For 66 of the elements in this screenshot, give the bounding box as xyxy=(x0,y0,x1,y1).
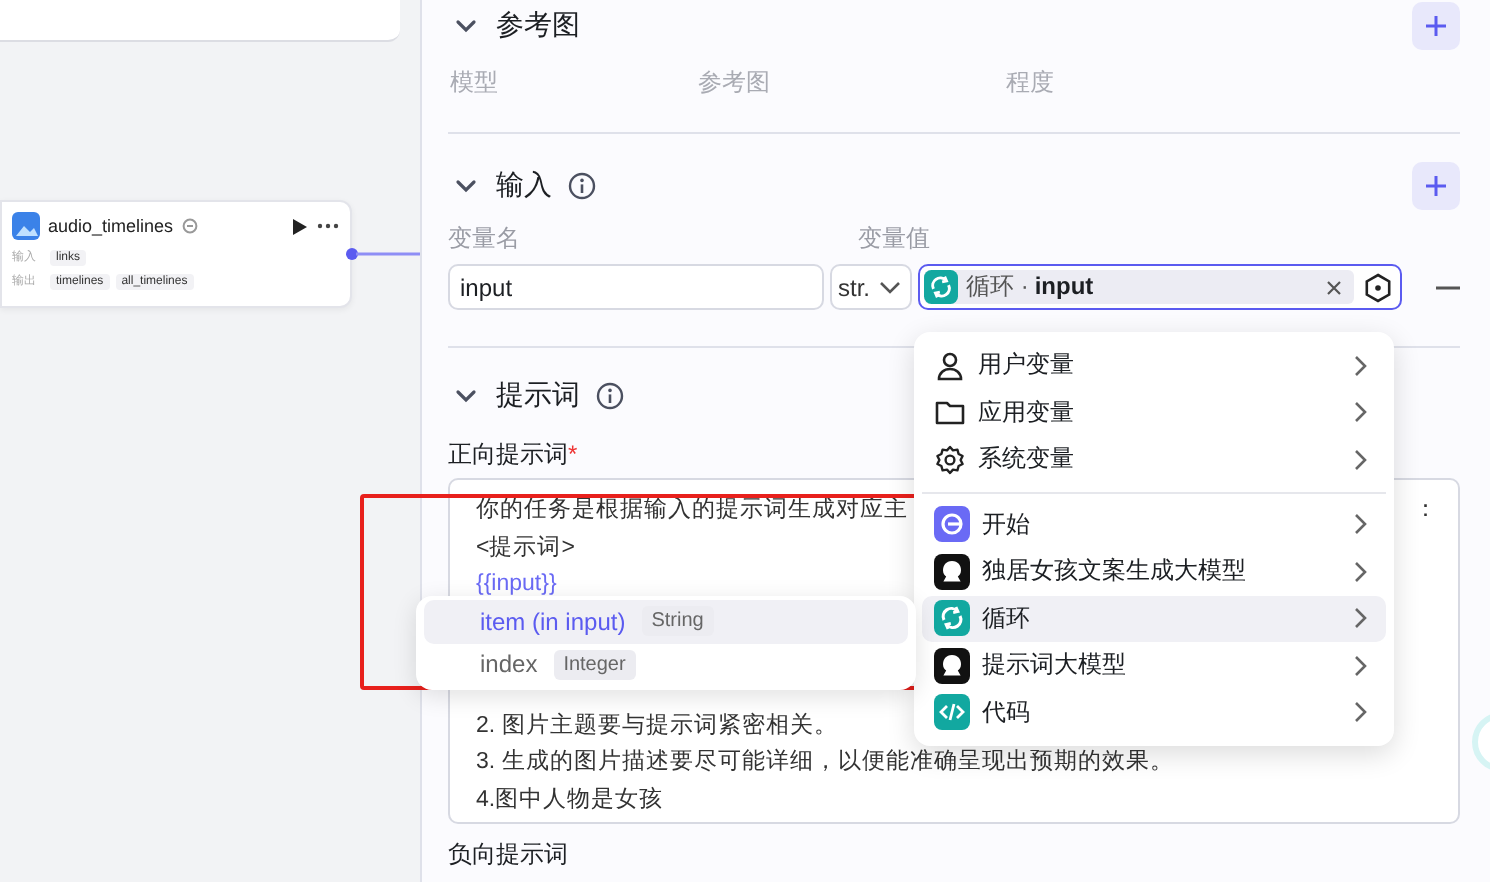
image-icon xyxy=(12,212,40,240)
field-label: 负向提示词 xyxy=(448,838,568,872)
chevron-right-icon xyxy=(1350,353,1370,378)
column-header: 参考图 xyxy=(698,66,770,100)
prompt-text: ： xyxy=(1414,496,1438,526)
section-title: 提示词 xyxy=(496,378,580,414)
node-title: audio_timelines xyxy=(48,216,174,236)
variable-token: {{input}} xyxy=(476,570,557,600)
info-icon xyxy=(596,382,624,410)
menu-item[interactable]: 开始 xyxy=(922,501,1386,548)
info-icon xyxy=(568,172,596,200)
variable-value-field[interactable]: 循环 · input xyxy=(918,264,1402,310)
chevron-right-icon xyxy=(1350,606,1370,631)
model-icon xyxy=(934,647,970,684)
person-icon xyxy=(934,349,966,382)
reference-label: 循环 · input xyxy=(966,270,1096,304)
section-title: 参考图 xyxy=(496,8,580,44)
close-icon[interactable] xyxy=(1326,279,1342,295)
caret-icon xyxy=(878,279,902,295)
menu-item[interactable]: 循环 xyxy=(922,595,1386,642)
column-header: 变量名 xyxy=(448,221,520,255)
type-select[interactable]: str. xyxy=(830,264,912,310)
loop-icon xyxy=(924,270,958,304)
settings-icon xyxy=(934,443,966,476)
prompt-text: 4.图中人物是女孩 xyxy=(476,785,664,815)
field-label: 正向提示词* xyxy=(448,438,578,472)
prompt-text: <提示词> xyxy=(476,533,575,563)
connector-line xyxy=(344,246,420,262)
plus-icon xyxy=(1424,174,1448,198)
chevron-right-icon xyxy=(1350,700,1370,725)
variable-reference-chip[interactable]: 循环 · input xyxy=(924,270,1354,304)
start-icon xyxy=(934,506,970,543)
add-button[interactable] xyxy=(1412,162,1460,210)
column-header: 程度 xyxy=(1006,66,1054,100)
chevron-right-icon xyxy=(1350,653,1370,678)
node-card[interactable] xyxy=(0,0,400,42)
badge-icon xyxy=(181,218,198,234)
play-icon[interactable] xyxy=(292,217,308,235)
target-icon[interactable] xyxy=(1362,271,1394,303)
menu-item[interactable]: 系统变量 xyxy=(922,436,1386,483)
plus-icon xyxy=(1424,14,1448,38)
prompt-text: 3. 生成的图片描述要尽可能详细，以便能准确呈现出预期的效果。 xyxy=(476,746,1174,778)
menu-item[interactable]: 代码 xyxy=(922,689,1386,736)
column-header: 变量值 xyxy=(858,221,930,255)
more-icon[interactable] xyxy=(316,222,340,230)
chevron-right-icon xyxy=(1350,559,1370,584)
add-button[interactable] xyxy=(1412,2,1460,50)
type-tag: String xyxy=(641,606,714,637)
menu-item[interactable]: 独居女孩文案生成大模型 xyxy=(922,548,1386,595)
type-tag: Integer xyxy=(553,649,636,680)
code-icon xyxy=(934,694,970,731)
menu-item[interactable]: 应用变量 xyxy=(922,389,1386,436)
chevron-right-icon xyxy=(1350,512,1370,537)
prompt-text: 你的任务是根据输入的提示词生成对应主 xyxy=(476,496,908,526)
chevron-right-icon xyxy=(1350,447,1370,472)
loop-icon xyxy=(934,600,970,637)
folder-icon xyxy=(934,396,966,429)
column-header: 模型 xyxy=(450,66,498,100)
chevron-right-icon xyxy=(1350,400,1370,425)
prompt-text: 2. 图片主题要与提示词紧密相关。 xyxy=(476,710,838,741)
model-icon xyxy=(934,553,970,590)
menu-item[interactable]: 用户变量 xyxy=(922,342,1386,389)
variable-name-field[interactable]: input xyxy=(448,264,824,310)
section-title: 输入 xyxy=(496,168,552,204)
menu-item[interactable]: 提示词大模型 xyxy=(922,642,1386,689)
menu-item[interactable]: item (in input) String xyxy=(424,600,908,643)
